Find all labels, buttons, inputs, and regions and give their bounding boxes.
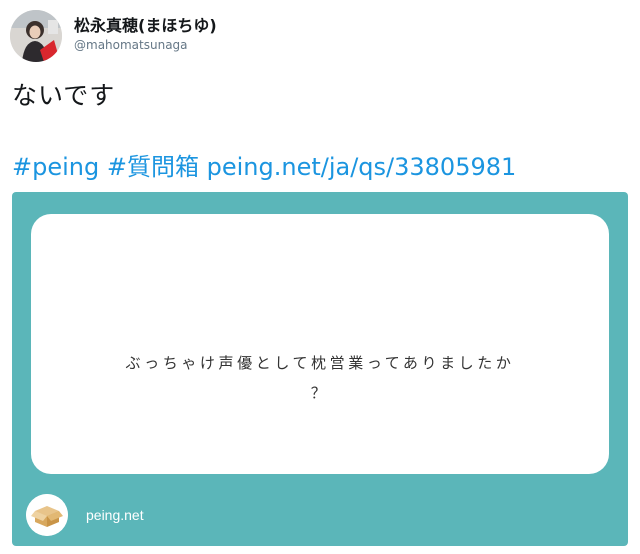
avatar-photo-icon [10, 10, 62, 62]
question-box: ぶっちゃけ声優として枕営業ってありましたか ？ [31, 214, 609, 474]
question-url-link[interactable]: peing.net/ja/qs/33805981 [207, 153, 517, 181]
question-text: ぶっちゃけ声優として枕営業ってありましたか ？ [31, 348, 609, 408]
tweet-embed: 松永真穂(まほちゆ) @mahomatsunaga ないです #peing #質… [0, 0, 640, 554]
question-line-2: ？ [310, 384, 330, 402]
author-handle[interactable]: @mahomatsunaga [74, 38, 188, 52]
link-preview-card[interactable]: ぶっちゃけ声優として枕営業ってありましたか ？ peing.net [12, 192, 628, 546]
tweet-links: #peing #質問箱 peing.net/ja/qs/33805981 [12, 147, 516, 182]
author-display-name[interactable]: 松永真穂(まほちゆ) [74, 12, 217, 36]
question-line-1: ぶっちゃけ声優として枕営業ってありましたか [125, 354, 515, 372]
peing-box-icon [26, 494, 68, 536]
avatar[interactable] [10, 10, 62, 62]
hashtag-shitsumonbako-link[interactable]: #質問箱 [107, 153, 199, 181]
hashtag-peing-link[interactable]: #peing [12, 153, 99, 181]
tweet-text: ないです [12, 81, 116, 110]
card-domain[interactable]: peing.net [86, 507, 144, 523]
